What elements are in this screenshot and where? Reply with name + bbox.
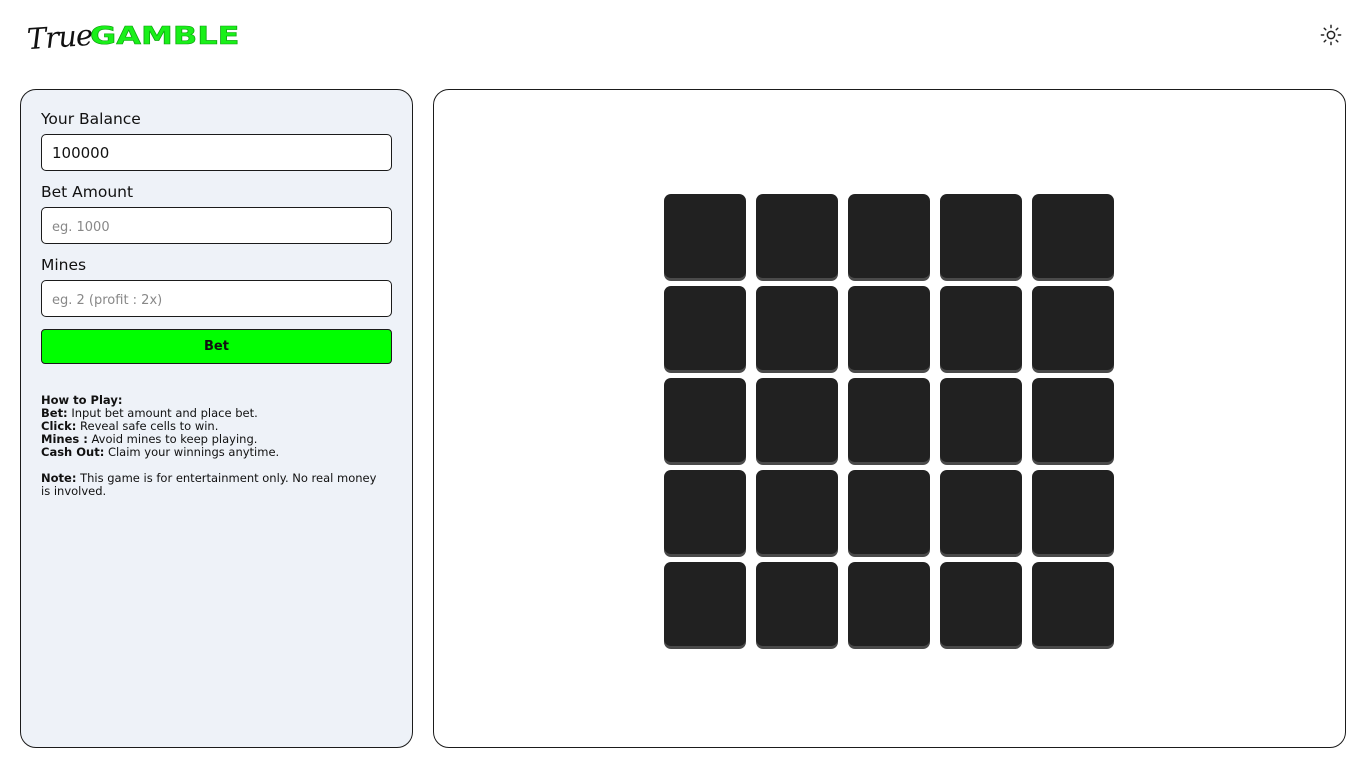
theme-toggle-button[interactable] xyxy=(1318,22,1344,48)
note-term: Note: xyxy=(41,471,77,485)
howto-term: Bet: xyxy=(41,406,68,420)
disclaimer-note: Note: This game is for entertainment onl… xyxy=(41,472,381,498)
mine-cell[interactable] xyxy=(756,194,838,278)
mine-cell[interactable] xyxy=(756,470,838,554)
mine-cell[interactable] xyxy=(756,562,838,646)
mine-cell[interactable] xyxy=(664,562,746,646)
mine-cell[interactable] xyxy=(848,562,930,646)
mines-label: Mines xyxy=(41,256,87,274)
mine-cell[interactable] xyxy=(848,378,930,462)
howto-text: Reveal safe cells to win. xyxy=(76,419,219,433)
mines-input[interactable] xyxy=(52,289,381,308)
balance-input[interactable] xyxy=(52,143,381,162)
mine-cell[interactable] xyxy=(1032,378,1114,462)
how-to-play: How to Play: Bet: Input bet amount and p… xyxy=(41,394,392,459)
mine-cell[interactable] xyxy=(664,286,746,370)
control-panel: Your Balance Bet Amount Mines Bet How to… xyxy=(20,89,413,748)
mine-cell[interactable] xyxy=(848,470,930,554)
logo: True GAMBLE xyxy=(25,14,240,57)
mines-field[interactable] xyxy=(41,280,392,317)
mines-grid xyxy=(664,194,1114,646)
bet-amount-label: Bet Amount xyxy=(41,183,134,201)
howto-item: Cash Out: Claim your winnings anytime. xyxy=(41,446,392,459)
note-text: This game is for entertainment only. No … xyxy=(41,471,377,498)
bet-amount-field[interactable] xyxy=(41,207,392,244)
balance-field[interactable] xyxy=(41,134,392,171)
mine-cell[interactable] xyxy=(1032,286,1114,370)
howto-term: Click: xyxy=(41,419,77,433)
logo-gamble-text: GAMBLE xyxy=(90,21,240,50)
mine-cell[interactable] xyxy=(940,286,1022,370)
bet-amount-input[interactable] xyxy=(52,216,381,235)
howto-term: Cash Out: xyxy=(41,445,105,459)
mine-cell[interactable] xyxy=(1032,194,1114,278)
logo-true-text: True xyxy=(25,17,94,57)
mine-cell[interactable] xyxy=(940,562,1022,646)
howto-text: Avoid mines to keep playing. xyxy=(87,432,258,446)
mine-cell[interactable] xyxy=(940,470,1022,554)
mine-cell[interactable] xyxy=(940,194,1022,278)
mine-cell[interactable] xyxy=(664,378,746,462)
mine-cell[interactable] xyxy=(756,286,838,370)
balance-label: Your Balance xyxy=(41,110,141,128)
mine-cell[interactable] xyxy=(664,470,746,554)
mine-cell[interactable] xyxy=(664,194,746,278)
mine-cell[interactable] xyxy=(848,286,930,370)
mine-cell[interactable] xyxy=(848,194,930,278)
game-board-panel xyxy=(433,89,1346,748)
bet-button[interactable]: Bet xyxy=(41,329,392,364)
sun-icon xyxy=(1320,24,1342,46)
howto-text: Claim your winnings anytime. xyxy=(104,445,280,459)
mine-cell[interactable] xyxy=(1032,470,1114,554)
howto-text: Input bet amount and place bet. xyxy=(67,406,258,420)
howto-term: Mines : xyxy=(41,432,88,446)
mine-cell[interactable] xyxy=(756,378,838,462)
mine-cell[interactable] xyxy=(940,378,1022,462)
mine-cell[interactable] xyxy=(1032,562,1114,646)
how-to-play-title: How to Play: xyxy=(41,393,123,407)
